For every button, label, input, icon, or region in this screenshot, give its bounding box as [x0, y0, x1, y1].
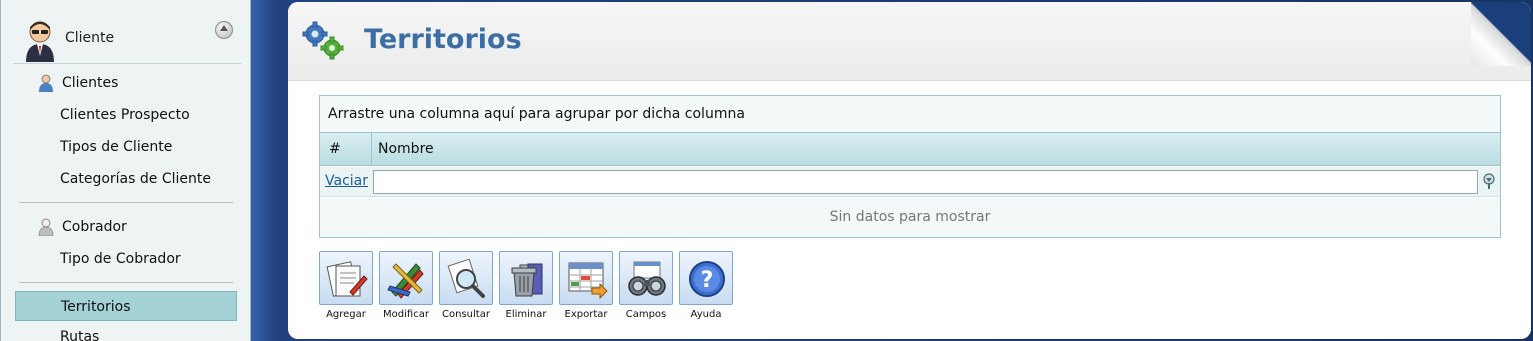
sidebar-item-label: Tipos de Cliente [60, 139, 173, 155]
sidebar-item-label: Rutas [60, 329, 100, 341]
filter-icon[interactable] [1482, 173, 1496, 190]
column-header-number: # [320, 133, 372, 166]
empty-data-message: Sin datos para mostrar [320, 198, 1500, 237]
main-panel: Territorios Arrastre una columna aquí pa… [288, 2, 1531, 339]
svg-text:?: ? [701, 268, 714, 293]
sidebar-group-clientes[interactable]: Clientes [15, 68, 237, 98]
sidebar-group-label: Cobrador [62, 219, 127, 235]
consultar-button-frame [439, 251, 493, 305]
eliminar-button[interactable]: Eliminar [499, 251, 555, 323]
sidebar-item-label: Clientes Prospecto [60, 107, 190, 123]
gears-icon [302, 21, 344, 60]
collector-icon [38, 218, 54, 236]
exportar-label: Exportar [564, 309, 608, 320]
column-header-nombre[interactable]: Nombre [373, 133, 434, 166]
modificar-button-frame [379, 251, 433, 305]
ayuda-button-frame: ? [679, 251, 733, 305]
exportar-button[interactable]: Exportar [559, 251, 615, 323]
filter-row: Vaciar [320, 167, 1500, 197]
sidebar-item-territorios[interactable]: Territorios [15, 291, 237, 321]
exportar-button-frame [559, 251, 613, 305]
collapse-up-icon[interactable] [215, 21, 233, 39]
user-icon [39, 74, 53, 92]
campos-label: Campos [625, 309, 667, 320]
trash-icon [511, 263, 543, 297]
sidebar: Cliente Clientes Clientes Prospecto Tipo… [0, 0, 251, 341]
data-grid: Arrastre una columna aquí para agrupar p… [319, 95, 1501, 238]
search-document-icon [447, 258, 485, 298]
binoculars-icon [628, 261, 666, 296]
sidebar-header: Cliente [13, 12, 241, 64]
sidebar-item-label: Categorías de Cliente [60, 171, 211, 187]
sidebar-item-categorias-de-cliente[interactable]: Categorías de Cliente [15, 164, 237, 194]
page-header: Territorios [288, 2, 1531, 81]
export-spreadsheet-icon [568, 262, 608, 300]
add-document-icon [326, 261, 368, 297]
clear-filter-link[interactable]: Vaciar [325, 173, 368, 189]
page-curl [1471, 2, 1531, 66]
consultar-label: Consultar [442, 309, 490, 320]
agregar-button-frame [319, 251, 373, 305]
sidebar-item-label: Territorios [61, 299, 131, 315]
eliminar-label: Eliminar [505, 309, 547, 320]
sidebar-header-title: Cliente [65, 30, 115, 46]
edit-pencils-icon [387, 263, 424, 299]
consultar-button[interactable]: Consultar [439, 251, 495, 323]
sidebar-item-tipo-de-cobrador[interactable]: Tipo de Cobrador [15, 244, 237, 274]
agregar-label: Agregar [326, 309, 366, 320]
sidebar-group-cobrador[interactable]: Cobrador [15, 212, 237, 242]
campos-button[interactable]: Campos [619, 251, 675, 323]
ayuda-button[interactable]: ? Ayuda [679, 251, 735, 323]
page-title: Territorios [364, 24, 522, 55]
sidebar-divider [19, 282, 233, 283]
modificar-button[interactable]: Modificar [379, 251, 435, 323]
campos-button-frame [619, 251, 673, 305]
eliminar-button-frame [499, 251, 553, 305]
sidebar-item-clientes-prospecto[interactable]: Clientes Prospecto [15, 100, 237, 130]
grid-header-row: # Nombre [320, 133, 1500, 166]
sidebar-divider [19, 202, 233, 203]
sidebar-item-tipos-de-cliente[interactable]: Tipos de Cliente [15, 132, 237, 162]
group-by-panel[interactable]: Arrastre una columna aquí para agrupar p… [320, 96, 1500, 133]
sidebar-group-label: Clientes [62, 75, 119, 91]
nombre-filter-input[interactable] [373, 170, 1478, 194]
sidebar-item-label: Tipo de Cobrador [60, 251, 181, 267]
ayuda-label: Ayuda [690, 309, 722, 320]
help-icon: ? [689, 261, 725, 297]
agregar-button[interactable]: Agregar [319, 251, 375, 323]
sidebar-item-rutas[interactable]: Rutas [15, 322, 237, 341]
modificar-label: Modificar [383, 309, 429, 320]
client-avatar-icon [26, 21, 54, 62]
